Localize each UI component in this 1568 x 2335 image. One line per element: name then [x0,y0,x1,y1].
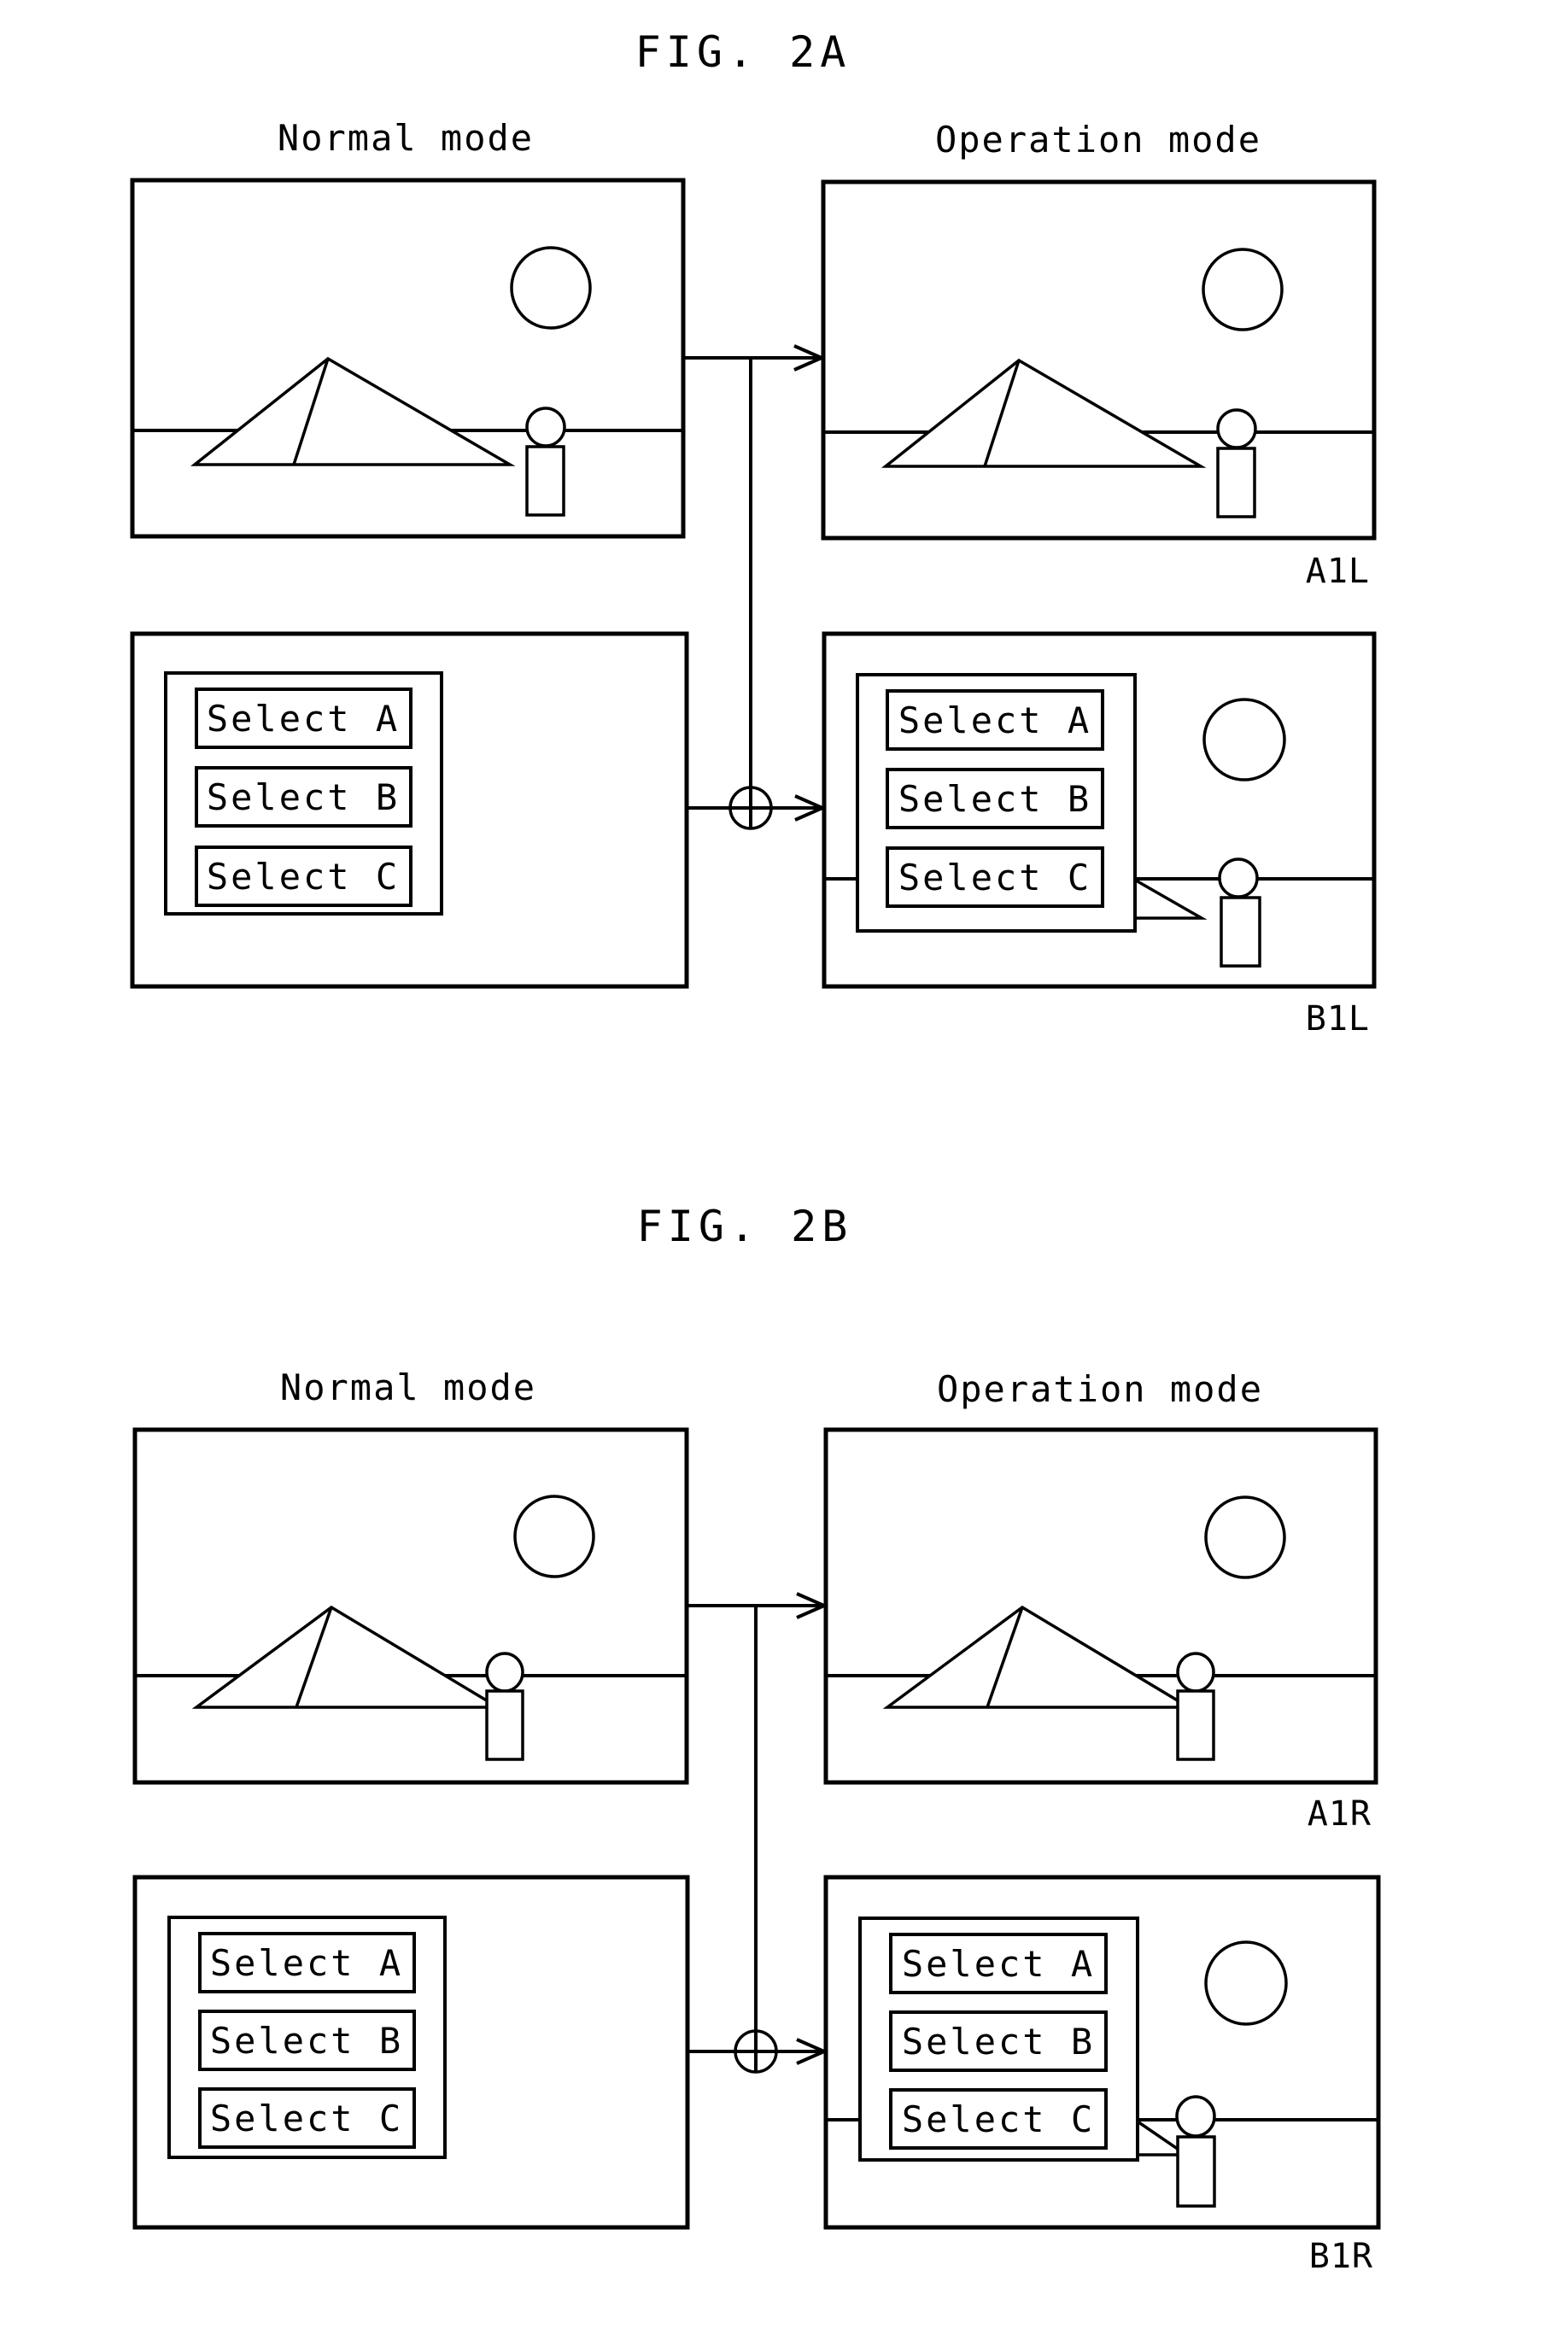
menu-item-select-b[interactable]: Select B [889,2010,1108,2072]
person-figure-icon [1216,408,1257,518]
person-figure-icon [1218,857,1261,968]
menu-box: Select A Select B Select C [167,1916,447,2159]
menu-item-select-a[interactable]: Select A [886,689,1104,751]
person-figure-icon [525,407,566,517]
panel-ref-a1l: A1L [1306,552,1370,591]
person-figure-icon [485,1652,524,1761]
signal-connectors [683,344,827,830]
menu-item-select-c[interactable]: Select C [198,2087,416,2149]
menu-item-label: Select A [210,1942,403,1984]
menu-item-label: Select B [902,2021,1095,2063]
menu-item-label: Select C [210,2098,403,2139]
figure-title: FIG. 2A [635,27,851,77]
operation-composite-panel: Select A Select B Select C [822,631,1377,989]
operation-scene-panel [821,179,1377,541]
operation-mode-heading: Operation mode [937,1368,1263,1410]
menu-item-label: Select A [902,1943,1095,1985]
menu-item-label: Select B [210,2020,403,2062]
panel-frame [823,1427,1378,1785]
figure-title: FIG. 2B [637,1202,853,1251]
figure-2b: FIG. 2B Normal mode Operation mode A1R S… [132,1202,1381,2276]
menu-item-select-b[interactable]: Select B [886,768,1104,829]
menu-item-select-c[interactable]: Select C [886,846,1104,908]
menu-item-select-b[interactable]: Select B [195,766,412,828]
operation-composite-panel: Select A Select B Select C [823,1875,1381,2230]
menu-item-select-c[interactable]: Select C [889,2088,1108,2150]
panel-frame [132,1427,689,1785]
menu-item-select-a[interactable]: Select A [195,688,412,749]
person-figure-icon [1176,1652,1215,1761]
operation-scene-panel [823,1427,1378,1785]
normal-scene-panel [132,1427,689,1785]
menu-item-select-b[interactable]: Select B [198,2010,416,2071]
menu-item-label: Select A [207,698,400,740]
menu-box: Select A Select B Select C [858,1917,1139,2162]
patent-figure-sheet: FIG. 2A Normal mode Operation mode A1L S… [130,27,1381,2276]
menu-item-select-c[interactable]: Select C [195,846,412,907]
menu-item-select-a[interactable]: Select A [198,1932,416,1993]
figure-2a: FIG. 2A Normal mode Operation mode A1L S… [130,27,1377,1039]
menu-box: Select A Select B Select C [164,671,443,916]
panel-frame [130,178,686,539]
panel-frame [821,179,1377,541]
menu-item-label: Select C [207,856,400,898]
menu-item-label: Select B [898,778,1091,820]
normal-menu-panel: Select A Select B Select C [130,631,689,989]
panel-ref-b1l: B1L [1306,999,1370,1039]
normal-menu-panel: Select A Select B Select C [132,1875,690,2230]
menu-item-select-a[interactable]: Select A [889,1933,1108,1994]
operation-mode-heading: Operation mode [935,119,1261,161]
normal-scene-panel [130,178,686,539]
person-figure-icon [1175,2095,1216,2208]
menu-item-label: Select B [207,776,400,818]
menu-box: Select A Select B Select C [856,673,1137,933]
signal-connectors [687,1592,828,2074]
panel-ref-a1r: A1R [1308,1794,1372,1834]
normal-mode-heading: Normal mode [278,117,534,159]
panel-ref-b1r: B1R [1309,2237,1373,2276]
menu-item-label: Select C [898,857,1091,898]
menu-item-label: Select A [898,699,1091,741]
menu-item-label: Select C [902,2098,1095,2140]
normal-mode-heading: Normal mode [280,1366,536,1408]
